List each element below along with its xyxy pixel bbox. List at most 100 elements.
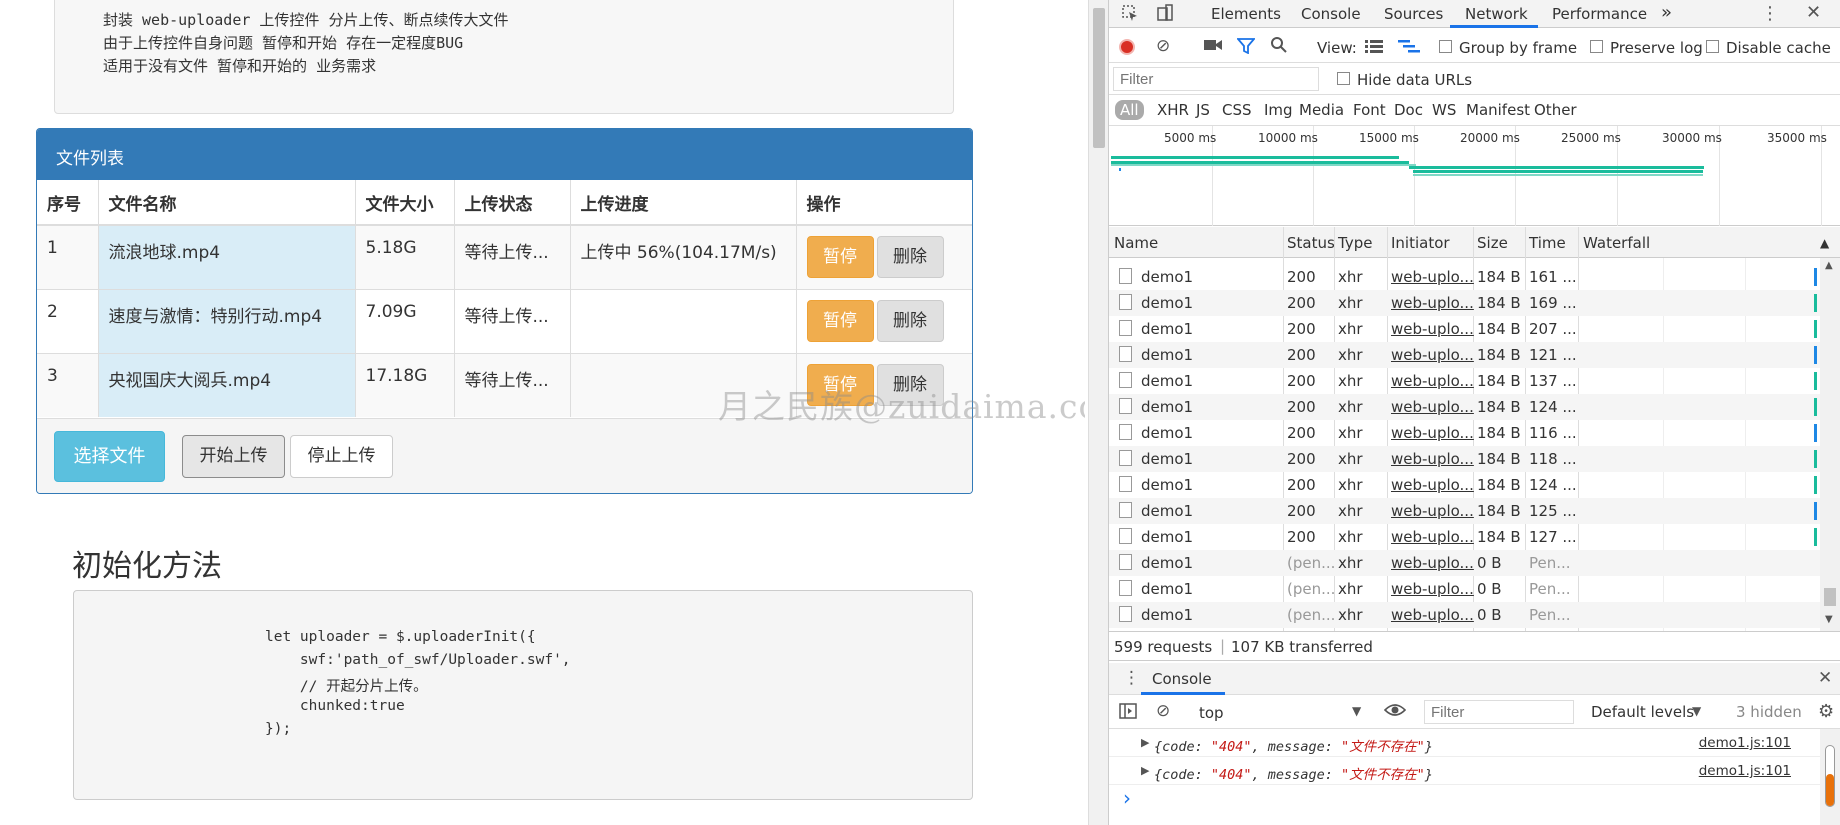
request-initiator[interactable]: web-uplo... <box>1391 320 1474 338</box>
clear-console-icon[interactable]: ⊘ <box>1156 701 1170 721</box>
console-source-link[interactable]: demo1.js:101 <box>1699 763 1791 779</box>
delete-button[interactable]: 删除 <box>876 299 944 342</box>
tab-elements[interactable]: Elements <box>1211 5 1281 23</box>
request-initiator[interactable]: web-uplo... <box>1391 476 1474 494</box>
console-prompt[interactable]: › <box>1109 785 1821 813</box>
console-filter-input[interactable] <box>1424 700 1574 724</box>
type-filter-all[interactable]: All <box>1115 100 1144 120</box>
request-row[interactable]: demo1 200 xhr web-uplo... 184 B 124 ... <box>1109 394 1821 420</box>
kebab-menu-icon[interactable]: ⋮ <box>1761 3 1779 24</box>
hide-data-urls-checkbox[interactable] <box>1337 72 1350 85</box>
request-row[interactable]: demo1 200 xhr web-uplo... 184 B 207 ... <box>1109 316 1821 342</box>
chevron-down-icon[interactable]: ▼ <box>1692 704 1701 718</box>
tab-network[interactable]: Network <box>1465 5 1528 23</box>
chevron-down-icon[interactable]: ▼ <box>1352 704 1361 718</box>
expand-arrow-icon[interactable]: ▶ <box>1141 736 1149 749</box>
settings-gear-icon[interactable]: ⚙ <box>1818 701 1834 722</box>
request-row[interactable]: demo1 200 xhr web-uplo... 184 B 127 ... <box>1109 524 1821 550</box>
request-initiator[interactable]: web-uplo... <box>1391 398 1474 416</box>
request-row[interactable]: demo1 200 xhr web-uplo... 184 B 124 ... <box>1109 472 1821 498</box>
select-file-button[interactable]: 选择文件 <box>54 431 165 482</box>
request-initiator[interactable]: web-uplo... <box>1391 372 1474 390</box>
console-message[interactable]: ▶ {code: "404", message: "文件不存在"} demo1.… <box>1109 757 1821 785</box>
page-scrollbar-thumb[interactable] <box>1093 8 1105 148</box>
type-filter-img[interactable]: Img <box>1264 101 1293 119</box>
console-scrollbar[interactable] <box>1820 729 1840 825</box>
context-selector[interactable]: top <box>1199 704 1224 722</box>
tab-console[interactable]: Console <box>1301 5 1361 23</box>
close-drawer-icon[interactable]: ✕ <box>1818 668 1832 688</box>
type-filter-media[interactable]: Media <box>1299 101 1344 119</box>
request-initiator[interactable]: web-uplo... <box>1391 502 1474 520</box>
col-status-header[interactable]: Status <box>1287 234 1335 252</box>
inspect-element-icon[interactable] <box>1121 4 1139 26</box>
start-upload-button[interactable]: 开始上传 <box>182 435 285 478</box>
type-filter-xhr[interactable]: XHR <box>1157 101 1189 119</box>
timeline-overview[interactable]: 5000 ms 10000 ms 15000 ms 20000 ms 25000… <box>1109 126 1840 226</box>
col-size-header[interactable]: Size <box>1477 234 1508 252</box>
requests-scrollbar[interactable]: ▲ ▼ <box>1820 258 1840 631</box>
request-row[interactable]: demo1 (pen... xhr web-uplo... 0 B Pen... <box>1109 602 1821 628</box>
request-row[interactable]: demo1 (pen... xhr web-uplo... 0 B Pen... <box>1109 550 1821 576</box>
request-row[interactable]: demo1 200 xhr web-uplo... 184 B 121 ... <box>1109 342 1821 368</box>
stop-upload-button[interactable]: 停止上传 <box>290 435 393 478</box>
device-toolbar-icon[interactable] <box>1156 4 1174 26</box>
filter-icon[interactable] <box>1236 37 1256 58</box>
search-icon[interactable] <box>1270 36 1288 59</box>
request-initiator[interactable]: web-uplo... <box>1391 450 1474 468</box>
console-message[interactable]: ▶ {code: "404", message: "文件不存在"} demo1.… <box>1109 729 1821 757</box>
request-initiator[interactable]: web-uplo... <box>1391 268 1474 286</box>
log-levels-dropdown[interactable]: Default levels <box>1591 703 1694 721</box>
request-row[interactable]: demo1 200 xhr web-uplo... 184 B 161 ... <box>1109 264 1821 290</box>
tab-performance[interactable]: Performance <box>1552 5 1647 23</box>
delete-button[interactable]: 删除 <box>876 363 944 406</box>
preserve-log-checkbox[interactable] <box>1590 40 1603 53</box>
pause-button[interactable]: 暂停 <box>806 299 874 342</box>
expand-arrow-icon[interactable]: ▶ <box>1141 764 1149 777</box>
request-row[interactable]: demo1 200 xhr web-uplo... 184 B 116 ... <box>1109 420 1821 446</box>
record-icon[interactable] <box>1119 39 1135 55</box>
col-time-header[interactable]: Time <box>1529 234 1566 252</box>
type-filter-css[interactable]: CSS <box>1222 101 1252 119</box>
request-initiator[interactable]: web-uplo... <box>1391 554 1474 572</box>
request-row[interactable]: demo1 (pen... xhr web-uplo... 0 B Pen... <box>1109 576 1821 602</box>
close-icon[interactable]: ✕ <box>1806 2 1821 23</box>
large-rows-icon[interactable] <box>1365 39 1383 57</box>
request-initiator[interactable]: web-uplo... <box>1391 528 1474 546</box>
clear-icon[interactable]: ⊘ <box>1156 36 1170 56</box>
type-filter-font[interactable]: Font <box>1353 101 1386 119</box>
scrollbar-thumb[interactable] <box>1824 588 1836 606</box>
request-initiator[interactable]: web-uplo... <box>1391 424 1474 442</box>
request-initiator[interactable]: web-uplo... <box>1391 294 1474 312</box>
camera-icon[interactable] <box>1203 37 1223 57</box>
request-initiator[interactable]: web-uplo... <box>1391 606 1474 624</box>
scroll-up-icon[interactable]: ▲ <box>1825 260 1833 271</box>
type-filter-js[interactable]: JS <box>1196 101 1210 119</box>
type-filter-manifest[interactable]: Manifest <box>1466 101 1530 119</box>
request-row[interactable]: demo1 200 xhr web-uplo... 184 B 137 ... <box>1109 368 1821 394</box>
col-initiator-header[interactable]: Initiator <box>1391 234 1450 252</box>
more-tabs-button[interactable]: » <box>1661 2 1672 23</box>
drawer-tab-console[interactable]: Console <box>1152 670 1212 688</box>
request-initiator[interactable]: web-uplo... <box>1391 346 1474 364</box>
delete-button[interactable]: 删除 <box>876 236 944 278</box>
request-row[interactable]: demo1 200 xhr web-uplo... 184 B 118 ... <box>1109 446 1821 472</box>
pause-button[interactable]: 暂停 <box>806 236 874 278</box>
type-filter-doc[interactable]: Doc <box>1394 101 1423 119</box>
group-by-frame-checkbox[interactable] <box>1439 40 1452 53</box>
console-sidebar-icon[interactable] <box>1119 703 1137 723</box>
sort-ascending-icon[interactable]: ▲ <box>1820 236 1829 250</box>
waterfall-view-icon[interactable] <box>1398 39 1420 57</box>
disable-cache-checkbox[interactable] <box>1706 40 1719 53</box>
col-waterfall-header[interactable]: Waterfall <box>1583 234 1650 252</box>
pause-button[interactable]: 暂停 <box>806 363 874 406</box>
filter-input[interactable] <box>1113 67 1319 91</box>
col-name-header[interactable]: Name <box>1114 234 1158 252</box>
col-type-header[interactable]: Type <box>1338 234 1372 252</box>
page-scrollbar[interactable] <box>1088 0 1108 825</box>
request-initiator[interactable]: web-uplo... <box>1391 580 1474 598</box>
drawer-menu-icon[interactable]: ⋮ <box>1123 668 1140 688</box>
console-source-link[interactable]: demo1.js:101 <box>1699 735 1791 751</box>
scroll-down-icon[interactable]: ▼ <box>1825 614 1833 625</box>
type-filter-other[interactable]: Other <box>1534 101 1577 119</box>
